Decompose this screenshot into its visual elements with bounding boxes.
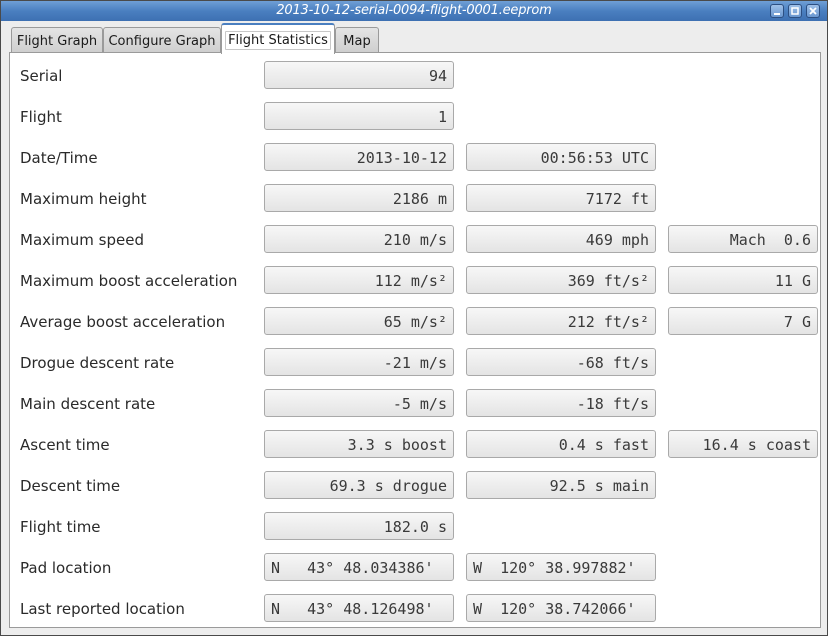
stat-value-field[interactable]: 92.5 s main (466, 471, 656, 499)
stat-label: Average boost acceleration (20, 313, 226, 331)
close-icon (809, 7, 817, 15)
stat-label: Maximum speed (20, 231, 144, 249)
stat-value-field[interactable]: 2186 m (264, 184, 454, 212)
stat-value-field[interactable]: 369 ft/s² (466, 266, 656, 294)
stat-value-field[interactable]: -21 m/s (264, 348, 454, 376)
close-button[interactable] (806, 4, 820, 18)
tab-flight-graph[interactable]: Flight Graph (11, 27, 103, 52)
flight-statistics-panel: Serial 94 Flight 1 Date/Time 2013-10-12 00:56:… (9, 52, 821, 628)
stat-value-field[interactable]: 182.0 s (264, 512, 454, 540)
stat-label: Last reported location (20, 600, 185, 618)
app-window: 2013-10-12-serial-0094-flight-0001.eepro… (0, 0, 828, 636)
stat-value-field[interactable]: 1 (264, 102, 454, 130)
stat-label: Ascent time (20, 436, 110, 454)
stat-value-field[interactable]: -5 m/s (264, 389, 454, 417)
maximize-button[interactable] (788, 4, 802, 18)
minimize-icon (774, 13, 780, 15)
stat-label: Maximum boost acceleration (20, 272, 238, 290)
stat-value-field[interactable]: 212 ft/s² (466, 307, 656, 335)
stat-value-field[interactable]: -68 ft/s (466, 348, 656, 376)
stat-value-field[interactable]: Mach 0.6 (668, 225, 818, 253)
tab-flight-statistics-label: Flight Statistics (225, 31, 331, 50)
stat-value-field[interactable]: 3.3 s boost (264, 430, 454, 458)
stat-value-field[interactable]: 65 m/s² (264, 307, 454, 335)
stat-value-field[interactable]: 94 (264, 61, 454, 89)
stat-value-field[interactable]: -18 ft/s (466, 389, 656, 417)
stat-label: Serial (20, 67, 63, 85)
stat-label: Descent time (20, 477, 121, 495)
stat-value-field[interactable]: 69.3 s drogue (264, 471, 454, 499)
stat-label: Main descent rate (20, 395, 156, 413)
stat-value-field[interactable]: W 120° 38.742066' (466, 594, 656, 622)
stat-value-field[interactable]: 0.4 s fast (466, 430, 656, 458)
stat-value-field[interactable]: 469 mph (466, 225, 656, 253)
window-title: 2013-10-12-serial-0094-flight-0001.eepro… (276, 3, 552, 18)
stat-value-field[interactable]: W 120° 38.997882' (466, 553, 656, 581)
stat-value-field[interactable]: 2013-10-12 (264, 143, 454, 171)
stat-value-field[interactable]: 11 G (668, 266, 818, 294)
stat-value-field[interactable]: N 43° 48.034386' (264, 553, 454, 581)
stat-value-field[interactable]: N 43° 48.126498' (264, 594, 454, 622)
maximize-icon (791, 7, 799, 15)
stat-label: Drogue descent rate (20, 354, 175, 372)
tab-configure-graph[interactable]: Configure Graph (103, 27, 221, 52)
stat-label: Flight (20, 108, 62, 126)
stat-value-field[interactable]: 210 m/s (264, 225, 454, 253)
stat-label: Maximum height (20, 190, 147, 208)
stat-value-field[interactable]: 00:56:53 UTC (466, 143, 656, 171)
stat-value-field[interactable]: 112 m/s² (264, 266, 454, 294)
stat-label: Date/Time (20, 149, 98, 167)
stat-value-field[interactable]: 16.4 s coast (668, 430, 818, 458)
stat-label: Pad location (20, 559, 112, 577)
stat-label: Flight time (20, 518, 101, 536)
tab-map[interactable]: Map (335, 27, 379, 52)
minimize-button[interactable] (770, 4, 784, 18)
stat-value-field[interactable]: 7 G (668, 307, 818, 335)
title-bar[interactable]: 2013-10-12-serial-0094-flight-0001.eepro… (1, 1, 827, 21)
tab-flight-statistics[interactable]: Flight Statistics (221, 23, 335, 54)
stat-value-field[interactable]: 7172 ft (466, 184, 656, 212)
